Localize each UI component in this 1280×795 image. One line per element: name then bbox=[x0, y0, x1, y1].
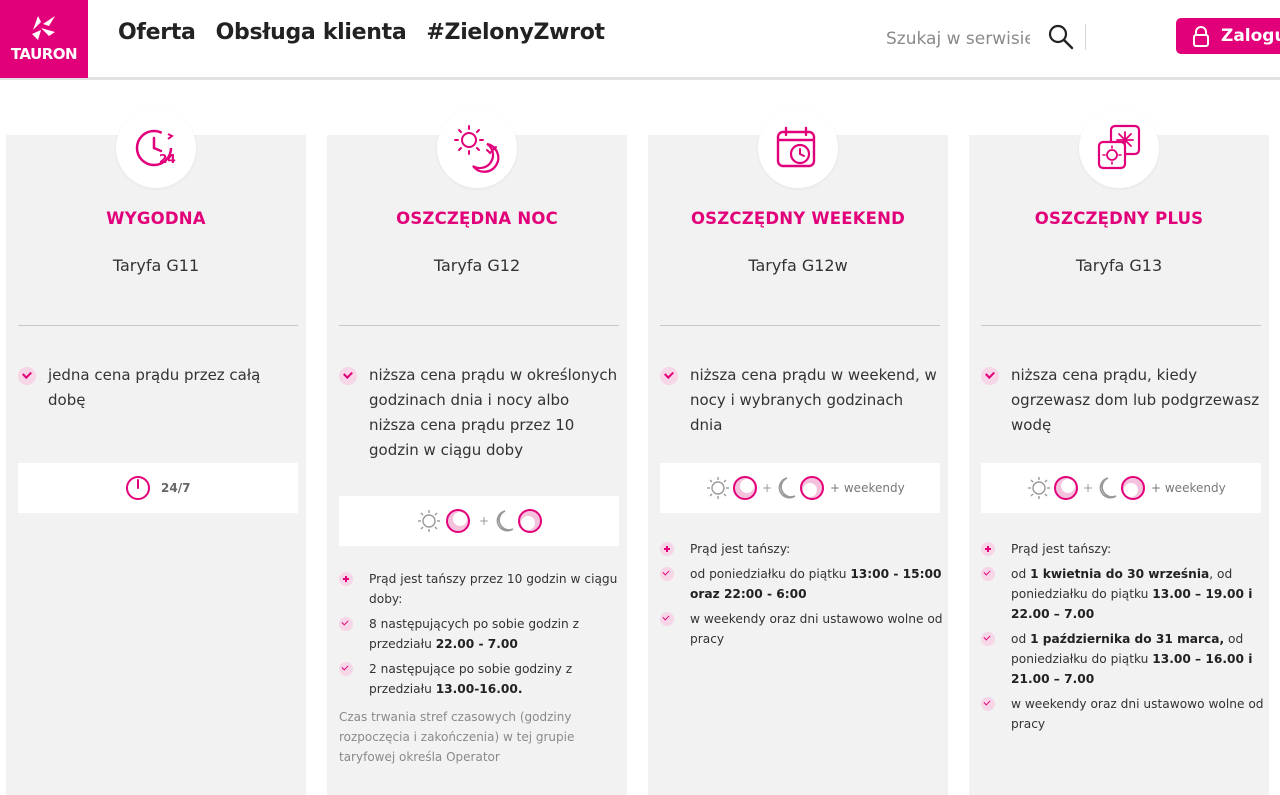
details-note: Czas trwania stref czasowych (godziny ro… bbox=[339, 710, 575, 764]
details-item: 2 następujące po sobie godziny z przedzi… bbox=[339, 659, 624, 699]
scheme-weekend-label: + weekendy bbox=[1151, 481, 1226, 495]
logo-text: TAURON bbox=[10, 45, 78, 63]
clock-24-icon: 24 bbox=[135, 129, 176, 167]
logo-mark-icon bbox=[32, 16, 55, 40]
card-subtitle: Taryfa G12w bbox=[748, 256, 848, 275]
card-title: OSZCZĘDNY PLUS bbox=[1034, 209, 1204, 228]
card-icon-wrap bbox=[1079, 108, 1159, 188]
details-item: od poniedziałku do piątku 13:00 - 15:00 … bbox=[660, 564, 945, 604]
tariff-details: Prąd jest tańszy: od poniedziałku do pią… bbox=[660, 539, 945, 654]
svg-text:+: + bbox=[479, 514, 489, 528]
details-item: w weekendy oraz dni ustawowo wolne od pr… bbox=[981, 694, 1266, 734]
tariff-card-g11: 24 WYGODNA Taryfa G11 jedna cena prądu p… bbox=[6, 108, 306, 795]
plus-icon bbox=[339, 572, 353, 586]
card-divider bbox=[981, 325, 1261, 326]
tariff-card-g13: OSZCZĘDNY PLUS Taryfa G13 niższa cena pr… bbox=[969, 108, 1269, 795]
card-icon-wrap bbox=[758, 108, 838, 188]
nav-item-oferta[interactable]: Oferta bbox=[118, 20, 196, 45]
tariff-details: Prąd jest tańszy przez 10 godzin w ciągu… bbox=[339, 569, 624, 767]
nav-item-obsluga-klienta[interactable]: Obsługa klienta bbox=[216, 20, 407, 45]
card-feature: niższa cena prądu w weekend, w nocy i wy… bbox=[660, 363, 940, 438]
feature-text: niższa cena prądu w określonych godzinac… bbox=[369, 366, 618, 459]
day-night-scheme-icon: + bbox=[418, 509, 542, 533]
plus-icon bbox=[981, 542, 995, 556]
check-icon bbox=[18, 367, 36, 385]
tariff-scheme-box: + + weekendy bbox=[660, 463, 940, 513]
card-icon-wrap bbox=[437, 108, 517, 188]
sun-moon-icon bbox=[454, 125, 500, 173]
search-button[interactable] bbox=[1046, 22, 1076, 52]
tariff-scheme-box: 24/7 bbox=[18, 463, 298, 513]
details-item: od 1 października do 31 marca, od ponied… bbox=[981, 629, 1266, 689]
check-icon bbox=[339, 617, 353, 631]
check-icon bbox=[660, 567, 674, 581]
main-nav: Oferta Obsługa klienta #ZielonyZwrot bbox=[118, 20, 625, 45]
tariff-details: Prąd jest tańszy: od 1 kwietnia do 30 wr… bbox=[981, 539, 1266, 739]
lock-icon bbox=[1193, 26, 1209, 47]
details-intro: Prąd jest tańszy: bbox=[981, 539, 1266, 559]
power-clock-icon bbox=[126, 476, 150, 500]
card-divider bbox=[339, 325, 619, 326]
tauron-logo[interactable]: TAURON bbox=[0, 0, 88, 78]
search-input[interactable] bbox=[886, 24, 1030, 54]
details-item: 8 następujących po sobie godzin z przedz… bbox=[339, 614, 624, 654]
card-title: OSZCZĘDNA NOC bbox=[396, 209, 558, 228]
login-button[interactable]: Zaloguj bbox=[1176, 18, 1280, 54]
card-subtitle: Taryfa G11 bbox=[112, 256, 200, 275]
tariff-scheme-box: + + weekendy bbox=[981, 463, 1261, 513]
card-icon-wrap: 24 bbox=[116, 108, 196, 188]
calendar-clock-icon bbox=[776, 126, 816, 168]
search-icon bbox=[1048, 24, 1074, 50]
check-icon bbox=[660, 367, 678, 385]
check-icon bbox=[981, 632, 995, 646]
check-icon bbox=[339, 367, 357, 385]
check-icon bbox=[981, 697, 995, 711]
card-feature: jedna cena prądu przez całą dobę bbox=[18, 363, 298, 413]
card-title: WYGODNA bbox=[106, 209, 206, 228]
tariff-card-g12w: OSZCZĘDNY WEEKEND Taryfa G12w niższa cen… bbox=[648, 108, 948, 795]
card-title: OSZCZĘDNY WEEKEND bbox=[690, 209, 906, 228]
check-icon bbox=[981, 367, 999, 385]
card-feature: niższa cena prądu w określonych godzinac… bbox=[339, 363, 619, 463]
svg-text:24: 24 bbox=[159, 152, 176, 166]
details-intro: Prąd jest tańszy przez 10 godzin w ciągu… bbox=[339, 569, 624, 609]
feature-text: niższa cena prądu, kiedy ogrzewasz dom l… bbox=[1011, 366, 1260, 434]
plus-icon bbox=[660, 542, 674, 556]
check-icon bbox=[981, 567, 995, 581]
check-icon bbox=[339, 662, 353, 676]
details-item: od 1 kwietnia do 30 września, od poniedz… bbox=[981, 564, 1266, 624]
card-divider bbox=[18, 325, 298, 326]
feature-text: jedna cena prądu przez całą dobę bbox=[48, 366, 261, 409]
card-subtitle: Taryfa G12 bbox=[433, 256, 521, 275]
scheme-weekend-label: + weekendy bbox=[830, 481, 905, 495]
details-intro: Prąd jest tańszy: bbox=[660, 539, 945, 559]
site-header: TAURON Oferta Obsługa klienta #ZielonyZw… bbox=[0, 0, 1280, 80]
tariff-scheme-box: + bbox=[339, 496, 619, 546]
details-item: w weekendy oraz dni ustawowo wolne od pr… bbox=[660, 609, 945, 649]
feature-text: niższa cena prądu w weekend, w nocy i wy… bbox=[690, 366, 937, 434]
card-divider bbox=[660, 325, 940, 326]
card-subtitle: Taryfa G13 bbox=[1075, 256, 1163, 275]
card-feature: niższa cena prądu, kiedy ogrzewasz dom l… bbox=[981, 363, 1261, 438]
check-icon bbox=[660, 612, 674, 626]
header-divider bbox=[1085, 24, 1086, 50]
svg-text:+: + bbox=[1083, 481, 1093, 495]
svg-text:+: + bbox=[762, 481, 772, 495]
nav-item-zielony-zwrot[interactable]: #ZielonyZwrot bbox=[426, 20, 605, 45]
tariff-card-g12: OSZCZĘDNA NOC Taryfa G12 niższa cena prą… bbox=[327, 108, 627, 795]
scheme-label: 24/7 bbox=[161, 481, 191, 495]
sun-snowflake-icon bbox=[1097, 124, 1141, 170]
login-label: Zaloguj bbox=[1221, 26, 1280, 46]
